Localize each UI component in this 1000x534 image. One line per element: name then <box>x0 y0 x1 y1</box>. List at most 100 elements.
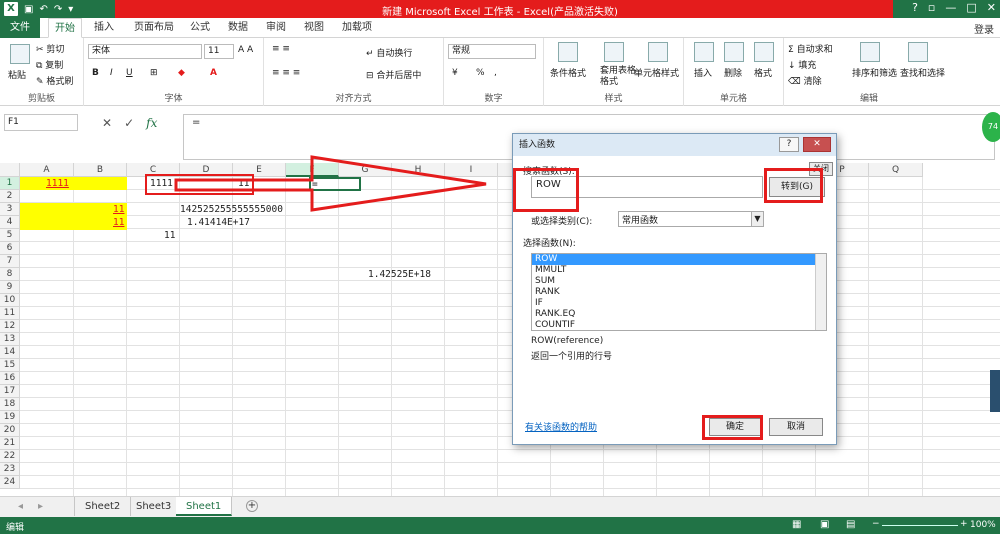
view-layout-icon[interactable]: ▣ <box>820 519 829 530</box>
italic-button[interactable]: I <box>110 68 113 78</box>
cut-button[interactable]: ✂ 剪切 <box>36 42 64 55</box>
align-left-icon[interactable]: ≡ ≡ ≡ <box>272 68 300 78</box>
row-header[interactable]: 18 <box>0 398 20 411</box>
zoom-level[interactable]: 100% <box>970 520 996 530</box>
cancel-formula-icon[interactable]: ✕ <box>102 116 112 130</box>
row-header[interactable]: 7 <box>0 255 20 268</box>
insert-cells-icon[interactable] <box>694 42 714 62</box>
paste-icon[interactable] <box>10 44 30 64</box>
font-name-combo[interactable]: 宋体 <box>88 44 202 59</box>
format-table-icon[interactable] <box>604 42 624 62</box>
clear-button[interactable]: ⌫ 清除 <box>788 74 822 87</box>
tab-file[interactable]: 文件 <box>0 18 40 38</box>
floating-assistant-icon[interactable]: 74 <box>982 112 1000 142</box>
paste-button[interactable]: 粘贴 <box>8 68 26 81</box>
row-header[interactable]: 8 <box>0 268 20 281</box>
find-select-button[interactable]: 查找和选择 <box>900 66 945 79</box>
tab-formulas[interactable]: 公式 <box>184 18 216 38</box>
row-header[interactable]: 22 <box>0 450 20 463</box>
row-header[interactable]: 13 <box>0 333 20 346</box>
tab-view[interactable]: 视图 <box>298 18 330 38</box>
tab-review[interactable]: 审阅 <box>260 18 292 38</box>
name-box[interactable]: F1 <box>4 114 78 131</box>
align-top-icon[interactable]: ≡ ≡ <box>272 44 290 54</box>
tab-addins[interactable]: 加载项 <box>336 18 378 38</box>
comma-button[interactable]: , <box>494 68 497 78</box>
view-normal-icon[interactable]: ▦ <box>792 519 801 530</box>
cell-g8[interactable]: 1.42525E+18 <box>368 268 431 281</box>
row-header[interactable]: 5 <box>0 229 20 242</box>
list-item[interactable]: COUNTIF <box>532 320 826 330</box>
zoom-out-icon[interactable]: − <box>872 519 880 529</box>
cell-b3[interactable]: 11 <box>113 203 124 216</box>
view-break-icon[interactable]: ▤ <box>846 519 855 530</box>
column-header[interactable]: A <box>20 163 74 177</box>
row-header[interactable]: 20 <box>0 424 20 437</box>
sheet-tab-sheet1[interactable]: Sheet1 <box>176 497 233 516</box>
restore-icon[interactable]: □ <box>966 1 976 14</box>
row-header[interactable]: 14 <box>0 346 20 359</box>
sort-filter-button[interactable]: 排序和筛选 <box>852 66 897 79</box>
insert-cells-button[interactable]: 插入 <box>694 66 712 79</box>
list-item[interactable]: RANK <box>532 287 826 298</box>
tab-page-layout[interactable]: 页面布局 <box>128 18 180 38</box>
row-header[interactable]: 3 <box>0 203 20 216</box>
list-item[interactable]: MMULT <box>532 265 826 276</box>
list-item[interactable]: IF <box>532 298 826 309</box>
cell-b4[interactable]: 11 <box>113 216 124 229</box>
dialog-help-icon[interactable]: ? <box>779 137 799 152</box>
row-header[interactable]: 24 <box>0 476 20 489</box>
bold-button[interactable]: B <box>92 68 99 78</box>
list-scrollbar[interactable] <box>815 254 826 330</box>
zoom-slider[interactable] <box>882 525 958 526</box>
row-header[interactable]: 10 <box>0 294 20 307</box>
row-header[interactable]: 16 <box>0 372 20 385</box>
copy-button[interactable]: ⧉ 复制 <box>36 58 63 71</box>
sort-filter-icon[interactable] <box>860 42 880 62</box>
row-header[interactable]: 4 <box>0 216 20 229</box>
row-header[interactable]: 17 <box>0 385 20 398</box>
list-item[interactable]: ROW <box>532 254 826 265</box>
format-painter-button[interactable]: ✎ 格式刷 <box>36 74 73 87</box>
function-list[interactable]: ROW MMULT SUM RANK IF RANK.EQ COUNTIF <box>531 253 827 331</box>
fill-color-icon[interactable]: ◆ <box>178 68 185 78</box>
fill-button[interactable]: ↓ 填充 <box>788 58 816 71</box>
row-header[interactable]: 23 <box>0 463 20 476</box>
font-size-combo[interactable]: 11 <box>204 44 234 59</box>
tab-home[interactable]: 开始 <box>48 18 82 38</box>
enter-formula-icon[interactable]: ✓ <box>124 116 134 130</box>
tab-data[interactable]: 数据 <box>222 18 254 38</box>
column-header[interactable]: Q <box>869 163 923 177</box>
add-sheet-icon[interactable]: + <box>246 500 258 512</box>
cell-c5[interactable]: 11 <box>164 229 175 242</box>
ribbon-display-options-icon[interactable]: ▫ <box>928 1 935 14</box>
category-select[interactable]: 常用函数 ▼ <box>618 211 764 227</box>
delete-cells-button[interactable]: 删除 <box>724 66 742 79</box>
format-table-button[interactable]: 套用表格格式 <box>600 66 636 88</box>
side-scroll-handle[interactable] <box>990 370 1000 412</box>
find-select-icon[interactable] <box>908 42 928 62</box>
close-icon[interactable]: ✕ <box>987 1 996 14</box>
cell-a1[interactable]: 1111 <box>46 177 69 190</box>
chevron-down-icon[interactable]: ▼ <box>751 212 763 226</box>
conditional-format-button[interactable]: 条件格式 <box>550 66 586 79</box>
function-help-link[interactable]: 有关该函数的帮助 <box>525 420 597 433</box>
cell-styles-button[interactable]: 单元格样式 <box>634 66 679 79</box>
help-icon[interactable]: ? <box>912 1 918 14</box>
sheet-tab-sheet2[interactable]: Sheet2 <box>74 497 132 516</box>
font-color-icon[interactable]: A <box>210 68 217 78</box>
row-header[interactable]: 12 <box>0 320 20 333</box>
row-header[interactable]: 1 <box>0 177 20 190</box>
delete-cells-icon[interactable] <box>724 42 744 62</box>
row-header[interactable]: 19 <box>0 411 20 424</box>
number-format-combo[interactable]: 常规 <box>448 44 536 59</box>
zoom-in-icon[interactable]: + <box>960 519 968 529</box>
wrap-text-button[interactable]: ↵ 自动换行 <box>366 46 412 59</box>
underline-button[interactable]: U <box>126 68 133 78</box>
select-all-corner[interactable] <box>0 163 20 177</box>
conditional-format-icon[interactable] <box>558 42 578 62</box>
row-header[interactable]: 6 <box>0 242 20 255</box>
autosum-button[interactable]: Σ 自动求和 <box>788 42 833 55</box>
cancel-button[interactable]: 取消 <box>769 418 823 436</box>
sheet-tab-sheet3[interactable]: Sheet3 <box>126 497 183 516</box>
